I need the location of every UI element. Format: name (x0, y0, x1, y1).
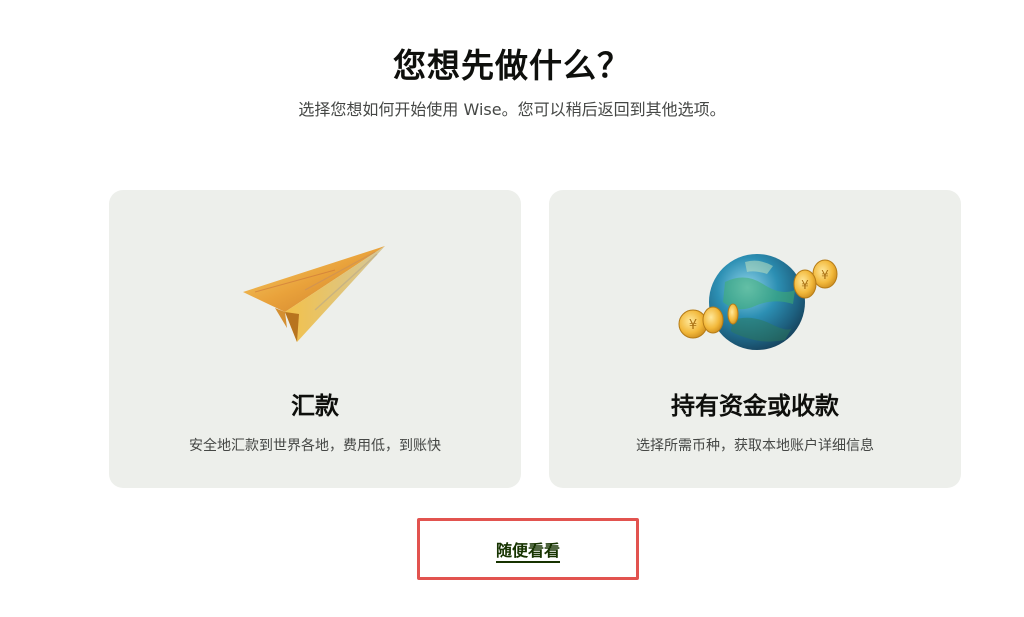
browse-around-link[interactable]: 随便看看 (495, 541, 560, 563)
onboarding-page: 您想先做什么？ 选择您想如何开始使用 Wise。您可以稍后返回到其他选项。 汇款… (0, 0, 1024, 617)
skip-link-container: 随便看看 (0, 537, 1024, 563)
svg-text:¥: ¥ (689, 318, 697, 333)
hold-receive-title: 持有资金或收款 (671, 392, 839, 420)
svg-text:¥: ¥ (801, 278, 809, 292)
hold-receive-card[interactable]: ¥ ¥ ¥ 持有资金或收款 选择所需币种，获取本地账户详细信息 (549, 190, 961, 488)
page-subtitle: 选择您想如何开始使用 Wise。您可以稍后返回到其他选项。 (298, 100, 726, 119)
hold-receive-description: 选择所需币种，获取本地账户详细信息 (636, 438, 874, 454)
globe-coins-icon: ¥ ¥ ¥ (678, 254, 838, 350)
send-money-card[interactable]: 汇款 安全地汇款到世界各地，费用低，到账快 (109, 190, 521, 488)
paper-plane-icon (243, 246, 385, 342)
page-title: 您想先做什么？ (393, 46, 631, 85)
send-money-description: 安全地汇款到世界各地，费用低，到账快 (189, 438, 441, 454)
send-money-title: 汇款 (291, 392, 339, 420)
svg-text:¥: ¥ (821, 268, 829, 282)
